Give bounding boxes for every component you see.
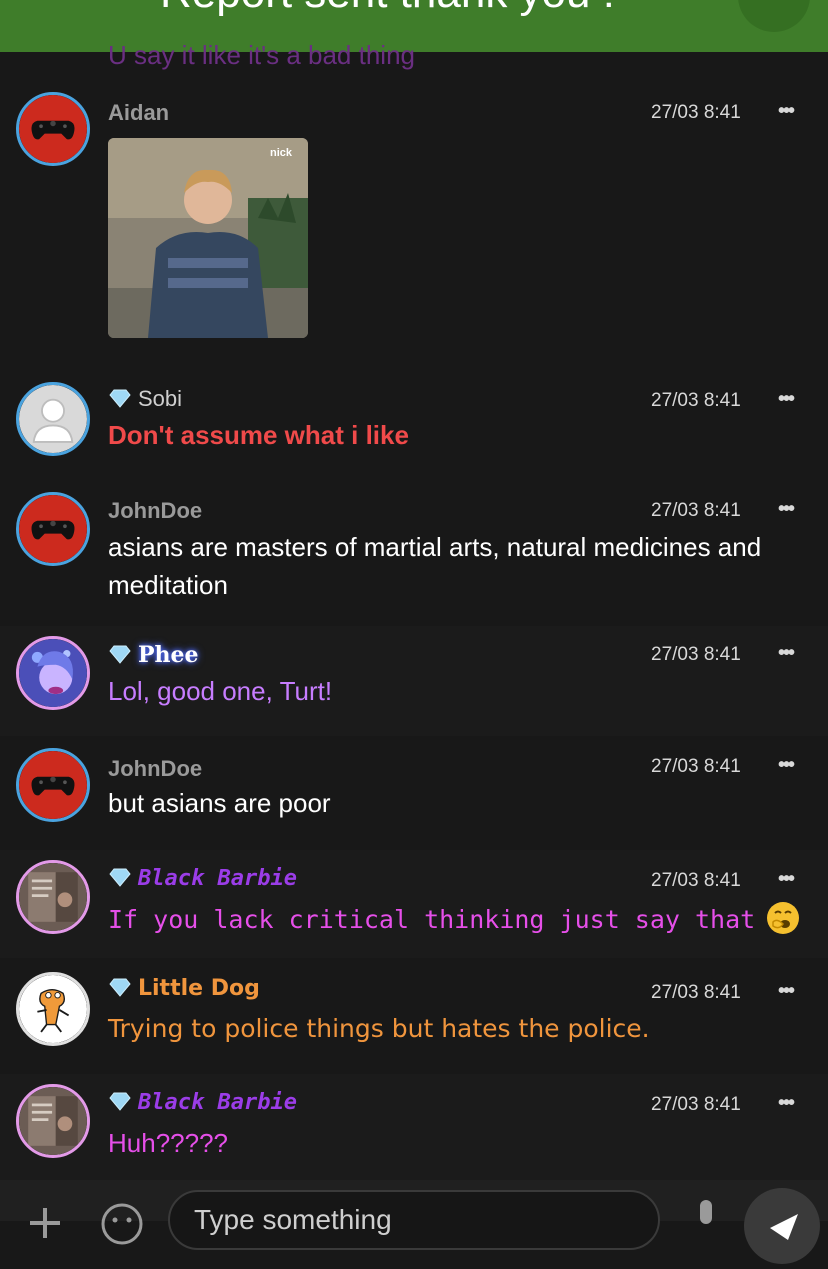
plus-icon[interactable] bbox=[28, 1206, 62, 1240]
svg-text:nick: nick bbox=[270, 147, 293, 159]
author-name-text: Black Barbie bbox=[138, 1090, 297, 1115]
avatar[interactable] bbox=[16, 382, 90, 456]
gamepad-icon bbox=[19, 95, 87, 163]
timestamp: 27/03 8:41 bbox=[651, 982, 741, 1003]
chat-view: Report sent thank you ! U say it like it… bbox=[0, 0, 828, 1264]
author-name[interactable]: Sobi bbox=[108, 386, 182, 412]
gif-picture: nick bbox=[108, 138, 308, 338]
more-options-icon[interactable]: ••• bbox=[778, 643, 795, 663]
message-row: JohnDoe 27/03 8:41 ••• asians are master… bbox=[0, 482, 828, 622]
avatar[interactable] bbox=[16, 636, 90, 710]
smiley-icon[interactable] bbox=[100, 1202, 144, 1246]
author-name[interactable]: JohnDoe bbox=[108, 756, 202, 782]
gif-image[interactable]: nick bbox=[108, 138, 308, 338]
diamond-icon bbox=[109, 978, 131, 997]
avatar[interactable] bbox=[16, 1084, 90, 1158]
message-row: Little Dog 27/03 8:41 ••• Trying to poli… bbox=[0, 962, 828, 1070]
more-options-icon[interactable]: ••• bbox=[778, 869, 795, 889]
author-name-text: Phee bbox=[138, 642, 199, 668]
more-options-icon[interactable]: ••• bbox=[778, 499, 795, 519]
default-avatar-icon bbox=[19, 385, 87, 453]
gamepad-icon bbox=[19, 495, 87, 563]
timestamp: 27/03 8:41 bbox=[651, 500, 741, 521]
message-row: Aidan 27/03 8:41 ••• nick bbox=[0, 80, 828, 370]
message-text: Don't assume what i like bbox=[108, 420, 409, 450]
message-row: Phee 27/03 8:41 ••• Lol, good one, Turt! bbox=[0, 626, 828, 736]
timestamp: 27/03 8:41 bbox=[651, 390, 741, 411]
previous-message-text: U say it like it's a bad thing bbox=[108, 40, 415, 70]
avatar[interactable] bbox=[16, 492, 90, 566]
message-row: Black Barbie 27/03 8:41 ••• Huh????? bbox=[0, 1074, 828, 1180]
banner-avatar bbox=[738, 0, 810, 32]
avatar[interactable] bbox=[16, 92, 90, 166]
yawning-face-icon bbox=[767, 902, 800, 934]
author-name[interactable]: Aidan bbox=[108, 100, 169, 126]
timestamp: 27/03 8:41 bbox=[651, 102, 741, 123]
message-row: Sobi 27/03 8:41 ••• Don't assume what i … bbox=[0, 370, 828, 480]
author-name-text: Black Barbie bbox=[138, 866, 297, 891]
message-row: Black Barbie 27/03 8:41 ••• If you lack … bbox=[0, 850, 828, 958]
microphone-icon[interactable] bbox=[690, 1198, 722, 1238]
previous-message-row: U say it like it's a bad thing bbox=[0, 40, 828, 72]
avatar[interactable] bbox=[16, 748, 90, 822]
diamond-icon bbox=[109, 645, 131, 664]
message-text: but asians are poor bbox=[108, 788, 331, 818]
author-name[interactable]: JohnDoe bbox=[108, 498, 202, 524]
send-button[interactable] bbox=[744, 1188, 820, 1264]
profile-photo bbox=[19, 863, 87, 931]
more-options-icon[interactable]: ••• bbox=[778, 389, 795, 409]
author-name[interactable]: Little Dog bbox=[108, 976, 260, 1001]
message-text: Trying to police things but hates the po… bbox=[108, 1014, 650, 1043]
message-text-content: If you lack critical thinking just say t… bbox=[108, 905, 756, 934]
avatar[interactable] bbox=[16, 972, 90, 1046]
timestamp: 27/03 8:41 bbox=[651, 644, 741, 665]
timestamp: 27/03 8:41 bbox=[651, 1094, 741, 1115]
gamepad-icon bbox=[19, 751, 87, 819]
report-banner-text: Report sent thank you ! bbox=[160, 0, 615, 18]
avatar[interactable] bbox=[16, 860, 90, 934]
diamond-icon bbox=[109, 868, 131, 887]
profile-photo bbox=[19, 639, 87, 707]
composer-bar bbox=[0, 1180, 828, 1264]
more-options-icon[interactable]: ••• bbox=[778, 1093, 795, 1113]
timestamp: 27/03 8:41 bbox=[651, 870, 741, 891]
author-name-text: Little Dog bbox=[138, 976, 260, 1001]
profile-photo bbox=[19, 1087, 87, 1155]
diamond-icon bbox=[109, 1092, 131, 1111]
author-name-text: Sobi bbox=[138, 386, 183, 411]
more-options-icon[interactable]: ••• bbox=[778, 981, 795, 1001]
message-text: Lol, good one, Turt! bbox=[108, 676, 333, 706]
diamond-icon bbox=[109, 389, 131, 408]
message-text: If you lack critical thinking just say t… bbox=[108, 900, 816, 939]
author-name[interactable]: Phee bbox=[108, 642, 199, 668]
message-row: JohnDoe 27/03 8:41 ••• but asians are po… bbox=[0, 738, 828, 846]
message-text: asians are masters of martial arts, natu… bbox=[108, 532, 762, 600]
message-text: Huh????? bbox=[108, 1128, 228, 1158]
message-input[interactable] bbox=[168, 1190, 660, 1250]
more-options-icon[interactable]: ••• bbox=[778, 755, 795, 775]
profile-photo bbox=[19, 975, 87, 1043]
author-name[interactable]: Black Barbie bbox=[108, 866, 297, 891]
more-options-icon[interactable]: ••• bbox=[778, 101, 795, 121]
author-name[interactable]: Black Barbie bbox=[108, 1090, 297, 1115]
timestamp: 27/03 8:41 bbox=[651, 756, 741, 777]
send-icon bbox=[770, 1214, 798, 1240]
